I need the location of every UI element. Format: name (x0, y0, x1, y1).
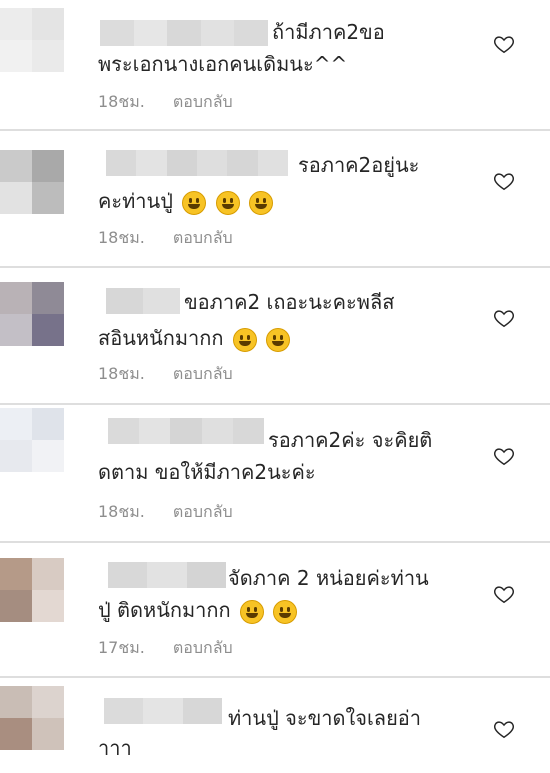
comment-text-line2: คะท่านปู่ (98, 189, 173, 213)
comment-item: รอภาค2อยู่นะ คะท่านปู่ 18ชม. ตอบกลับ (0, 136, 550, 268)
reply-button[interactable]: ตอบกลับ (173, 364, 233, 383)
grinning-face-icon (248, 190, 273, 215)
comment-time: 18ชม. (98, 502, 145, 521)
comment-time: 18ชม. (98, 92, 145, 111)
reply-button[interactable]: ตอบกลับ (173, 502, 233, 521)
comment-text-line1: จัดภาค 2 หน่อยค่ะท่าน (228, 566, 429, 590)
comment-item: ท่านปู่ จะขาดใจเลยอ่า าาา (0, 682, 550, 773)
grinning-face-icon (215, 190, 240, 215)
comment-item: จัดภาค 2 หน่อยค่ะท่าน ปู่ ติดหนักมากก 17… (0, 546, 550, 678)
comment-text-line1: รอภาค2ค่ะ จะคิยติ (268, 428, 433, 452)
avatar[interactable] (0, 686, 64, 750)
divider (0, 541, 550, 543)
username-blurred[interactable] (104, 698, 222, 724)
username-blurred[interactable] (108, 418, 264, 444)
tears-of-joy-icon (266, 327, 291, 352)
comment-text-line2: พระเอกนางเอกคนเดิมนะ^^ (98, 52, 348, 76)
tears-of-joy-icon (240, 599, 264, 624)
heart-icon[interactable] (493, 33, 515, 55)
reply-button[interactable]: ตอบกลับ (173, 228, 233, 247)
tears-of-joy-icon (232, 327, 257, 352)
heart-icon[interactable] (493, 718, 515, 740)
comment-meta: 18ชม. ตอบกลับ (98, 362, 233, 387)
comment-meta: 17ชม. ตอบกลับ (98, 636, 233, 661)
comment-text-line1: รอภาค2อยู่นะ (298, 153, 420, 177)
reply-button[interactable]: ตอบกลับ (173, 638, 233, 657)
comment-text-line2-wrap: คะท่านปู่ (98, 183, 273, 219)
comment-item: ถ้ามีภาค2ขอ พระเอกนางเอกคนเดิมนะ^^ 18ชม.… (0, 0, 550, 136)
comment-meta: 18ชม. ตอบกลับ (98, 226, 233, 251)
comment-text-line2: สอินหนักมากก (98, 326, 224, 350)
comment-text-line2: ดตาม ขอให้มีภาค2นะค่ะ (98, 460, 316, 484)
heart-icon[interactable] (493, 307, 515, 329)
username-blurred[interactable] (106, 150, 288, 176)
comment-text-line2-wrap: ปู่ ติดหนักมากก (98, 592, 298, 628)
divider (0, 403, 550, 405)
comment-time: 18ชม. (98, 364, 145, 383)
username-blurred[interactable] (106, 288, 180, 314)
avatar[interactable] (0, 558, 64, 622)
grinning-face-icon (182, 190, 207, 215)
comment-meta: 18ชม. ตอบกลับ (98, 90, 233, 115)
avatar[interactable] (0, 150, 64, 214)
comment-item: รอภาค2ค่ะ จะคิยติ ดตาม ขอให้มีภาค2นะค่ะ … (0, 408, 550, 544)
divider (0, 266, 550, 268)
username-blurred[interactable] (108, 562, 226, 588)
tears-of-joy-icon (273, 599, 298, 624)
comment-time: 17ชม. (98, 638, 145, 657)
divider (0, 676, 550, 678)
comment-time: 18ชม. (98, 228, 145, 247)
comment-text-line1: ท่านปู่ จะขาดใจเลยอ่า (228, 706, 422, 730)
divider (0, 129, 550, 131)
comment-text-line1: ขอภาค2 เถอะนะคะพลีส (184, 290, 395, 314)
avatar[interactable] (0, 408, 64, 472)
heart-icon[interactable] (493, 170, 515, 192)
comment-meta: 18ชม. ตอบกลับ (98, 500, 233, 525)
comment-item: ขอภาค2 เถอะนะคะพลีส สอินหนักมากก 18ชม. ตอ… (0, 272, 550, 406)
comment-text-line2: าาา (98, 736, 132, 760)
comment-text-line2: ปู่ ติดหนักมากก (98, 598, 231, 622)
heart-icon[interactable] (493, 445, 515, 467)
avatar[interactable] (0, 8, 64, 72)
username-blurred[interactable] (100, 20, 268, 46)
avatar[interactable] (0, 282, 64, 346)
comment-text-line1: ถ้ามีภาค2ขอ (272, 20, 385, 44)
heart-icon[interactable] (493, 583, 515, 605)
comment-text-line2-wrap: สอินหนักมากก (98, 320, 291, 356)
reply-button[interactable]: ตอบกลับ (173, 92, 233, 111)
